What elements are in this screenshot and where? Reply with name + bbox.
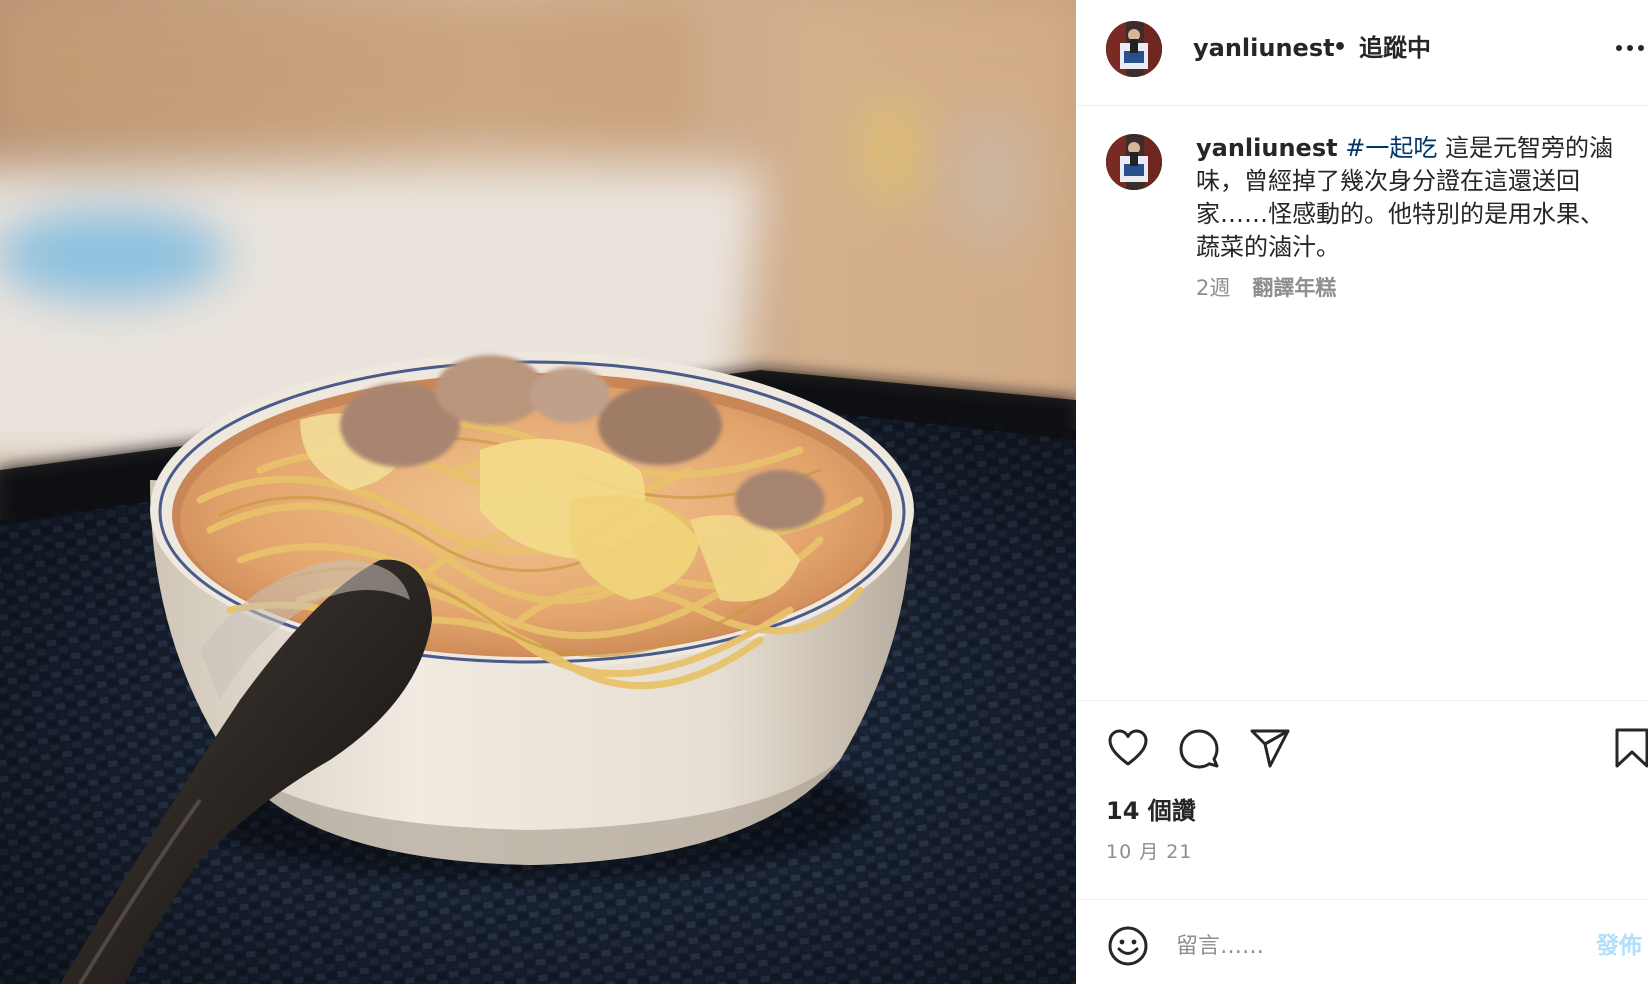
post-author-username[interactable]: yanliunest	[1193, 30, 1335, 66]
bookmark-icon[interactable]	[1613, 726, 1648, 770]
post-header: yanliunest • 追蹤中	[1076, 0, 1648, 106]
time-ago[interactable]: 2週	[1196, 276, 1230, 300]
separator-dot: •	[1333, 35, 1348, 60]
post-photo[interactable]	[0, 0, 1076, 984]
smiley-face-icon[interactable]	[1106, 924, 1150, 968]
hashtag-link[interactable]: #一起吃	[1345, 134, 1437, 162]
post-side-panel: yanliunest • 追蹤中 yanliunest #一起吃 這是元智旁的滷…	[1076, 0, 1648, 984]
more-options-icon[interactable]	[1613, 33, 1648, 63]
heart-icon[interactable]	[1106, 726, 1150, 770]
post-comment-button[interactable]: 發佈	[1596, 930, 1642, 962]
noodle-bowl-photo	[0, 0, 1076, 984]
comment-bar: 發佈	[1076, 899, 1648, 985]
post-date: 10 月 21	[1106, 841, 1193, 863]
avatar[interactable]	[1106, 21, 1162, 77]
paper-plane-icon[interactable]	[1248, 726, 1292, 770]
translate-link[interactable]: 翻譯年糕	[1252, 276, 1336, 300]
caption-username[interactable]: yanliunest	[1196, 134, 1338, 162]
post-actions: 14 個讚 10 月 21	[1076, 700, 1648, 901]
post-caption: yanliunest #一起吃 這是元智旁的滷味，曾經掉了幾次身分證在這還送回家…	[1196, 132, 1616, 264]
comment-bubble-icon[interactable]	[1177, 726, 1221, 770]
caption-avatar[interactable]	[1106, 134, 1162, 190]
following-status-button[interactable]: 追蹤中	[1359, 30, 1431, 66]
caption-section: yanliunest #一起吃 這是元智旁的滷味，曾經掉了幾次身分證在這還送回家…	[1076, 106, 1648, 699]
caption-meta: 2週 翻譯年糕	[1196, 274, 1336, 302]
likes-count[interactable]: 14 個讚	[1106, 795, 1196, 827]
comment-input[interactable]	[1176, 924, 1546, 968]
